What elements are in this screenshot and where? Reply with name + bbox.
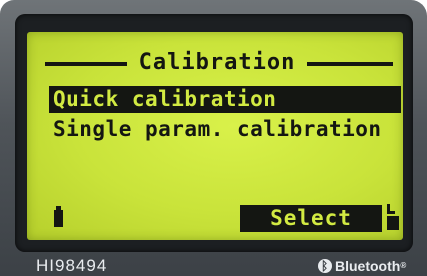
lcd-screen: Calibration Quick calibration Single par…	[27, 32, 403, 240]
page-title: Calibration	[138, 50, 296, 75]
bluetooth-label: Bluetooth	[335, 258, 401, 274]
menu-item-quick-calibration[interactable]: Quick calibration	[49, 86, 401, 113]
model-label: HI98494	[36, 256, 108, 275]
bluetooth-logo: Bluetooth®	[318, 257, 406, 275]
screen-header: Calibration	[45, 50, 393, 76]
battery-icon	[54, 206, 63, 227]
meter-device: Calibration Quick calibration Single par…	[0, 0, 427, 276]
title-divider-left	[45, 62, 127, 66]
menu-item-single-param-calibration[interactable]: Single param. calibration	[49, 116, 401, 143]
title-divider-right	[307, 62, 393, 66]
hook-icon	[387, 204, 399, 230]
select-softkey-button[interactable]: Select	[240, 205, 382, 232]
bluetooth-icon	[318, 257, 332, 275]
registered-mark: ®	[400, 261, 407, 270]
